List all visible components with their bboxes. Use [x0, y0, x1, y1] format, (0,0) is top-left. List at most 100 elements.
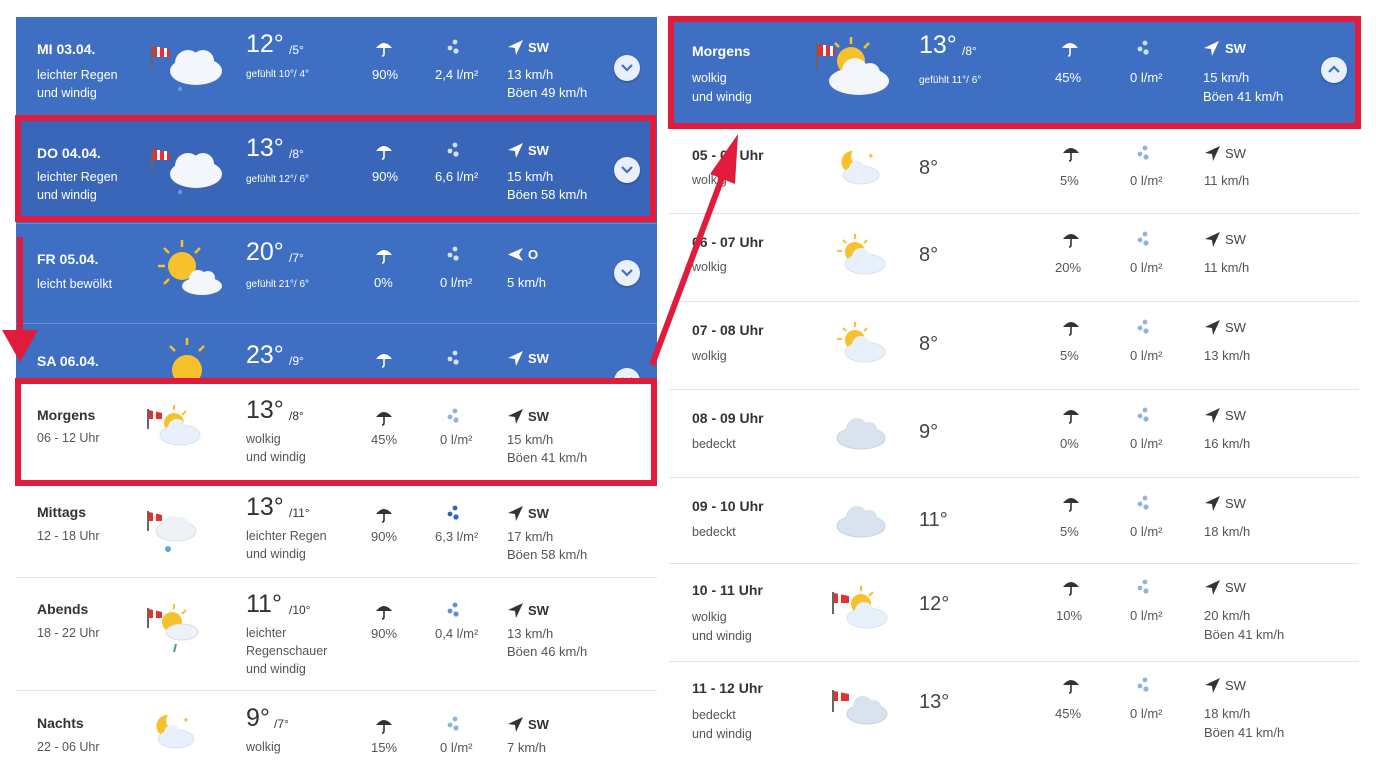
- wind-arrow-icon: [507, 408, 524, 425]
- raindrops-icon: [446, 141, 460, 159]
- daypart-row-nachts[interactable]: Nachts 22 - 06 Uhr ✦ 9° /7° wolkig 15% 0…: [16, 691, 657, 774]
- raindrops-icon: [1136, 676, 1150, 694]
- wind-gusts: Böen 41 km/h: [1204, 725, 1285, 740]
- rain-amount: 0 l/m²: [1130, 348, 1163, 363]
- umbrella-icon: [375, 247, 393, 265]
- cloud-icon: [833, 412, 889, 457]
- hour-row[interactable]: 11 - 12 Uhr bedeckt und windig 13° 45% 0…: [669, 662, 1359, 762]
- hour-row[interactable]: 08 - 09 Uhr bedeckt 9° 0% 0 l/m² SW 16 k…: [669, 390, 1359, 478]
- windsock-sun-cloud-icon: [829, 584, 891, 639]
- wind-gusts: Böen 58 km/h: [507, 547, 588, 562]
- hour-row[interactable]: 10 - 11 Uhr wolkig und windig 12° 10% 0 …: [669, 564, 1359, 662]
- wind-direction: SW: [1225, 580, 1246, 595]
- weather-description-2: und windig: [692, 727, 752, 741]
- wind-speed: 13 km/h: [507, 626, 554, 641]
- daypart-range: 22 - 06 Uhr: [37, 740, 100, 754]
- wind-direction: SW: [528, 603, 549, 618]
- wind-direction: O: [528, 247, 539, 262]
- rain-amount: 6,6 l/m²: [435, 169, 479, 184]
- raindrops-icon: [1136, 318, 1150, 336]
- weather-description-2: und windig: [692, 90, 752, 104]
- sun-cloud-icon: [835, 232, 889, 281]
- rain-amount: 0 l/m²: [1130, 706, 1163, 721]
- windsock-cloud-rain-icon: [144, 507, 204, 562]
- weather-description-2: und windig: [246, 547, 306, 561]
- min-temperature: /5°: [289, 43, 304, 57]
- day-row[interactable]: SA 06.04. 23° /9° SW: [16, 323, 657, 394]
- sun-icon: [162, 336, 222, 389]
- wind-speed: 11 km/h: [1204, 260, 1250, 275]
- expand-chevron-down-icon[interactable]: [614, 55, 640, 81]
- wind-direction: SW: [1225, 320, 1246, 335]
- detail-header-morgens[interactable]: Morgens wolkig und windig 13° /8° gefühl…: [669, 17, 1359, 129]
- hour-row[interactable]: 09 - 10 Uhr bedeckt 11° 5% 0 l/m² SW 18 …: [669, 478, 1359, 564]
- umbrella-icon: [1062, 231, 1080, 249]
- wind-arrow-icon: [507, 142, 524, 159]
- felt-temperature: gefühlt 12°/ 6°: [246, 174, 310, 185]
- wind-gusts: Böen 41 km/h: [1204, 627, 1285, 642]
- wind-gusts: Böen 46 km/h: [507, 644, 588, 659]
- rain-probability: 15%: [371, 740, 398, 755]
- daypart-name: Morgens: [692, 43, 751, 59]
- wind-direction: SW: [1225, 232, 1246, 247]
- rain-amount: 0 l/m²: [1130, 260, 1163, 275]
- temperature: 9°: [246, 704, 270, 732]
- raindrops-icon: [446, 407, 460, 425]
- raindrops-icon: [446, 38, 460, 56]
- rain-probability: 5%: [1060, 524, 1079, 539]
- day-label: MI 03.04.: [37, 41, 96, 57]
- raindrops-icon: [1136, 406, 1150, 424]
- weather-description: leichter: [246, 626, 287, 640]
- raindrops-icon: [1136, 494, 1150, 512]
- daypart-name: Mittags: [37, 504, 86, 520]
- umbrella-icon: [1062, 145, 1080, 163]
- weather-description: leichter Regen: [246, 529, 327, 543]
- day-row[interactable]: MI 03.04. leichter Regen und windig 12° …: [16, 17, 657, 117]
- wind-speed: 15 km/h: [507, 169, 554, 184]
- collapse-chevron-up-icon[interactable]: [1321, 57, 1347, 83]
- hour-range: 06 - 07 Uhr: [692, 234, 764, 250]
- hour-row[interactable]: 06 - 07 Uhr wolkig 8° 20% 0 l/m² SW 11 k…: [669, 214, 1359, 302]
- hour-row[interactable]: 05 - 06 Uhr wolkig ✦ 8° 5% 0 l/m² SW 11 …: [669, 129, 1359, 214]
- umbrella-icon: [375, 40, 393, 58]
- umbrella-icon: [375, 603, 393, 621]
- wind-arrow-icon: [507, 716, 524, 733]
- hour-range: 07 - 08 Uhr: [692, 322, 764, 338]
- wind-gusts: Böen 41 km/h: [507, 450, 588, 465]
- weather-description: wolkig: [692, 349, 727, 363]
- svg-text:✦: ✦: [182, 716, 190, 726]
- hour-row[interactable]: 07 - 08 Uhr wolkig 8° 5% 0 l/m² SW 13 km…: [669, 302, 1359, 390]
- weather-description-2: Regenschauer: [246, 644, 328, 658]
- windsock-cloud-rain-icon: [148, 142, 228, 209]
- day-row[interactable]: FR 05.04. leicht bewölkt 20° /7° gefühlt…: [16, 223, 657, 323]
- wind-arrow-icon: [507, 602, 524, 619]
- umbrella-icon: [375, 506, 393, 524]
- hourly-detail-panel: Morgens wolkig und windig 13° /8° gefühl…: [669, 17, 1359, 774]
- wind-speed: 11 km/h: [1204, 173, 1250, 188]
- rain-probability: 0%: [374, 275, 393, 290]
- rain-probability: 90%: [372, 169, 399, 184]
- expand-chevron-down-icon[interactable]: [614, 157, 640, 183]
- daypart-row-morgens[interactable]: Morgens 06 - 12 Uhr 13° /8° wolkig und w…: [16, 383, 657, 481]
- daypart-row-mittags[interactable]: Mittags 12 - 18 Uhr 13° /11° leichter Re…: [16, 481, 657, 578]
- temperature: 8°: [919, 157, 939, 179]
- temperature: 9°: [919, 421, 939, 443]
- wind-direction: SW: [1225, 678, 1246, 693]
- min-temperature: /9°: [289, 354, 304, 368]
- temperature: 8°: [919, 333, 939, 355]
- day-row[interactable]: DO 04.04. leichter Regen und windig 13° …: [16, 117, 657, 223]
- wind-direction: SW: [528, 143, 549, 158]
- cloud-icon: [833, 500, 889, 545]
- wind-arrow-icon: [507, 39, 524, 56]
- weather-description: leichter Regen: [37, 68, 118, 82]
- daypart-name: Morgens: [37, 407, 96, 423]
- umbrella-icon: [1062, 495, 1080, 513]
- rain-probability: 45%: [1055, 70, 1082, 85]
- expand-chevron-down-icon[interactable]: [614, 260, 640, 286]
- wind-speed: 18 km/h: [1204, 706, 1251, 721]
- umbrella-icon: [375, 143, 393, 161]
- daypart-row-abends[interactable]: Abends 18 - 22 Uhr 11° /10° leichter Reg…: [16, 578, 657, 691]
- raindrops-icon: [446, 504, 460, 522]
- weather-description: bedeckt: [692, 525, 736, 539]
- umbrella-icon: [375, 409, 393, 427]
